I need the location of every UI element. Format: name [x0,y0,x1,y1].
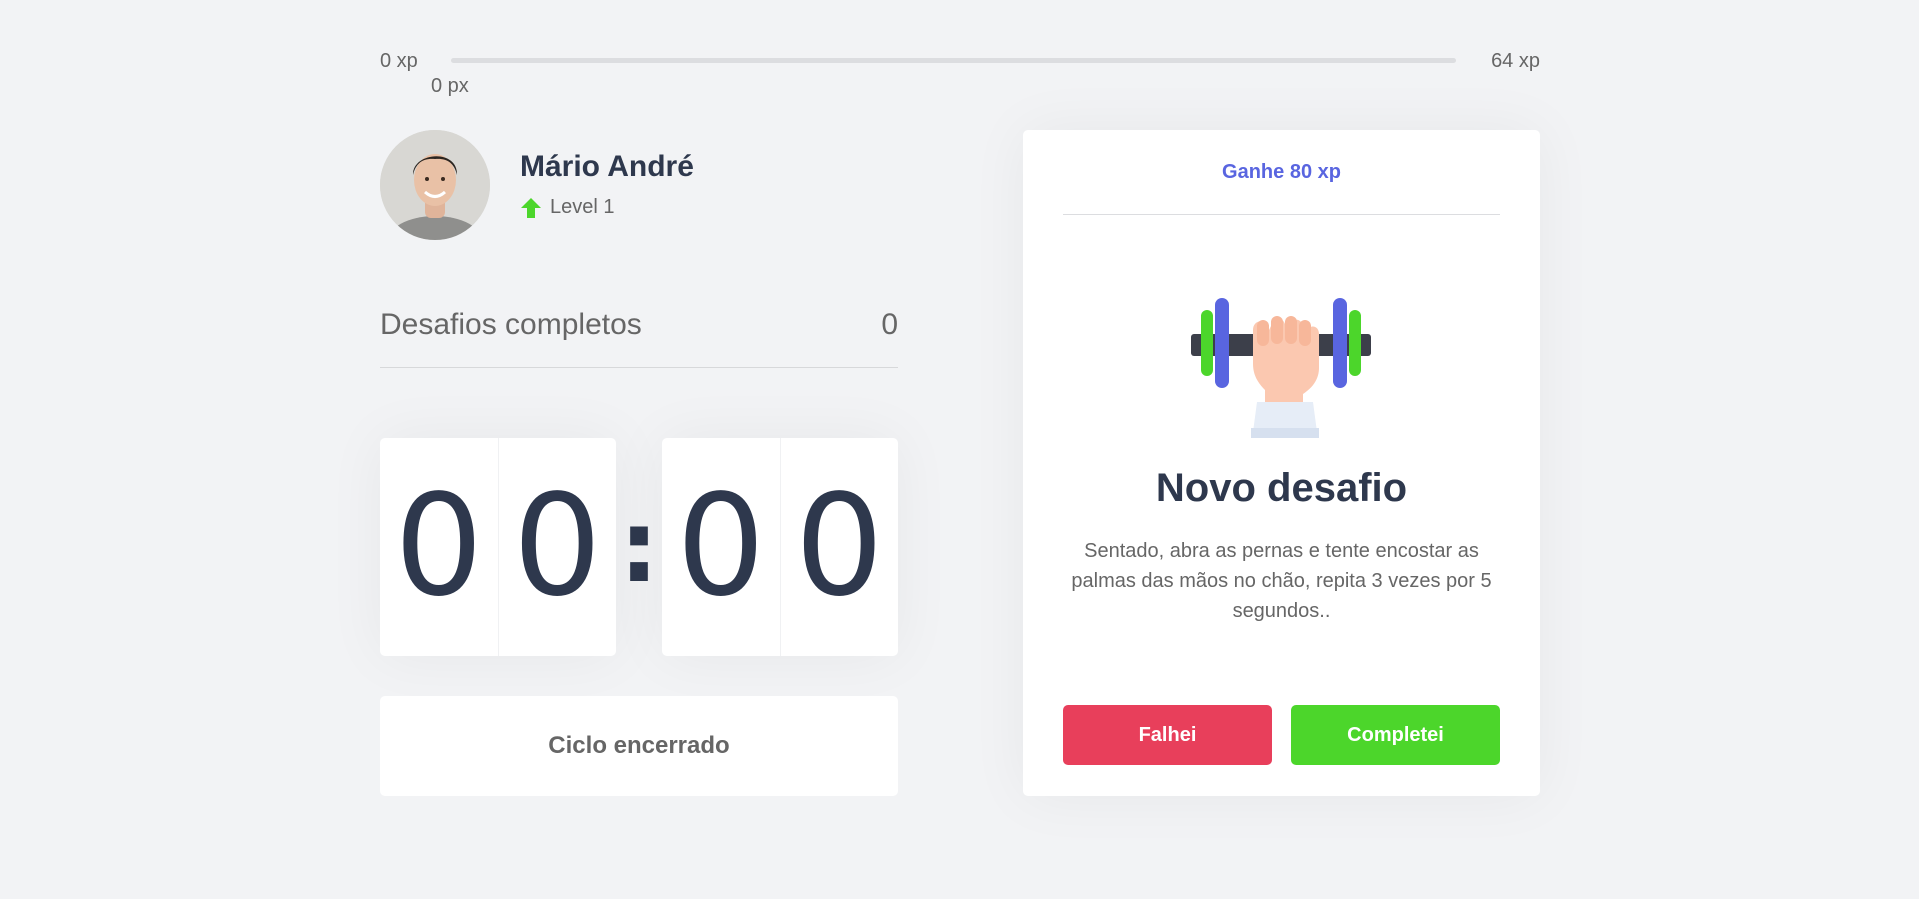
completed-challenges: Desafios completos 0 [380,308,898,368]
challenge-title: Novo desafio [1155,466,1408,510]
experience-bar [451,58,1456,63]
countdown: 0 0 : 0 0 [380,438,898,656]
countdown-minutes: 0 0 [380,438,616,656]
xp-current-label: 0 px [431,75,469,97]
failed-button[interactable]: Falhei [1063,705,1272,765]
main-container: 0 xp 64 xp 0 px Mário André Level 1 Desa… [380,0,1540,899]
profile-name: Mário André [520,150,694,183]
countdown-seconds: 0 0 [662,438,898,656]
minute-digit-left: 0 [394,465,484,628]
second-digit-right: 0 [779,438,899,656]
level-label: Level 1 [550,196,615,218]
level-up-arrow-icon [521,197,541,218]
xp-max-label: 64 xp [1491,50,1540,72]
avatar [380,130,490,240]
dumbbell-body-icon [1191,298,1371,438]
minute-digit-right: 0 [497,438,617,656]
avatar-photo-icon [380,130,490,240]
challenge-card: Ganhe 80 xp Novo desafio Sentado, abra a… [1023,130,1540,796]
cycle-ended-button[interactable]: Ciclo encerrado [380,696,898,796]
challenge-xp-reward: Ganhe 80 xp [1063,130,1500,215]
second-digit-left: 0 [676,465,766,628]
completed-challenges-count: 0 [881,308,898,341]
countdown-separator: : [619,488,659,605]
completed-challenges-label: Desafios completos [380,308,642,341]
xp-min-label: 0 xp [380,50,418,72]
profile-level: Level 1 [520,196,615,219]
completed-button[interactable]: Completei [1291,705,1500,765]
challenge-description: Sentado, abra as pernas e tente encostar… [1071,540,1492,622]
